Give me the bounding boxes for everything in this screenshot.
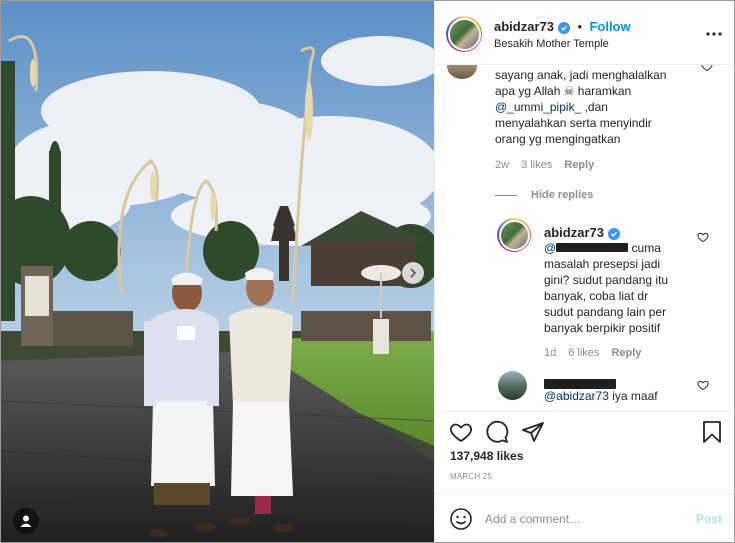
reply2-author-avatar[interactable] [498,371,527,400]
verified-badge-icon [607,228,620,240]
reply-author-username[interactable]: abidzar73 [544,225,604,240]
reply-line-1: @ cuma [544,240,714,256]
post-comment-button[interactable]: Post [696,512,722,526]
photo-scene [1,1,434,542]
comment-line-1: sayang anak, jadi menghalalkan [495,68,667,82]
author-line: abidzar73 • Follow [494,18,631,36]
comments-list: sayang anak, jadi menghalalkan apa yg Al… [435,65,734,411]
comment-line-5: orang yg mengingatkan [495,132,621,146]
comment-input[interactable] [485,509,685,529]
comment-line-3: @_ummi_pipik_ ,dan [495,99,720,115]
share-button[interactable] [521,420,545,449]
more-options-button[interactable] [706,23,722,41]
mention-link[interactable]: @_ummi_pipik_ [495,100,581,114]
reply-author-avatar-image [498,219,530,251]
author-username[interactable]: abidzar73 [494,19,554,34]
reply2-body: @abidzar73 iya maaf [544,388,658,404]
tagged-users-button[interactable] [13,508,39,534]
reply-line-3: gini? sudut pandang itu [544,273,669,287]
reply-line-2: masalah presepsi jadi [544,257,661,271]
reply-line-6: banyak berpikir positif [544,321,661,335]
location-link[interactable]: Besakih Mother Temple [494,38,609,50]
post-date[interactable]: MARCH 25 [450,472,492,481]
user-icon [20,515,32,527]
reply-time[interactable]: 1d [544,347,556,359]
author-avatar-image [447,17,481,51]
comment-line-2: apa yg Allah ☠ haramkan [495,84,632,98]
comment-likes[interactable]: 3 likes [521,159,552,171]
reply-author-avatar[interactable] [497,218,531,252]
like-reply2-heart-icon[interactable] [697,378,709,396]
hide-replies-label: Hide replies [531,189,594,201]
author-avatar[interactable] [446,16,482,52]
reply-button[interactable]: Reply [611,347,641,359]
comment-bubble-icon [486,420,509,443]
chevron-right-icon [410,268,417,278]
like-button[interactable] [449,420,473,449]
commenter-avatar[interactable] [447,65,477,79]
likes-count[interactable]: 137,948 likes [450,449,523,463]
more-horizontal-icon [706,32,722,36]
comment-body: sayang anak, jadi menghalalkan apa yg Al… [495,67,720,147]
reply2-text: iya maaf [612,389,658,403]
save-button[interactable] [701,420,723,449]
comment-button[interactable] [485,420,509,449]
instagram-post-window: abidzar73 • Follow Besakih Mother Temple… [0,0,735,543]
comment-meta: 2w 3 likes Reply [495,159,606,171]
post-actions: 137,948 likes MARCH 25 [435,411,734,493]
verified-badge-icon [557,22,570,34]
reply-line-1-text: cuma [631,241,661,255]
reply-line-4: banyak, coba liat dr [544,289,649,303]
emoji-button[interactable] [449,507,473,536]
replies-divider [495,194,517,196]
heart-icon [449,423,473,443]
post-header: abidzar73 • Follow Besakih Mother Temple [435,1,734,65]
comment-line-3-text: ,dan [584,100,608,114]
reply-likes[interactable]: 6 likes [568,347,599,359]
next-photo-button[interactable] [402,262,424,284]
comment-time[interactable]: 2w [495,159,509,171]
reply-mention-link[interactable]: @ [544,241,556,255]
hide-replies-button[interactable]: Hide replies [495,189,593,201]
comment-line-4: menyalahkan serta menyindir [495,116,652,130]
post-photo[interactable] [1,1,434,542]
bullet-separator: • [577,19,582,34]
bookmark-icon [703,421,721,443]
reply-line-5: sudut pandang lain per [544,305,667,319]
emoji-smile-icon [450,508,472,530]
reply-button[interactable]: Reply [564,159,594,171]
paper-plane-icon [522,422,544,442]
redacted-username [556,243,629,252]
reply-meta: 1d 6 likes Reply [544,347,653,359]
reply-body: @ cuma masalah presepsi jadi gini? sudut… [544,240,714,336]
add-comment-bar: Post [435,493,734,542]
follow-button[interactable]: Follow [589,19,630,34]
reply2-mention-link[interactable]: @abidzar73 [544,389,609,403]
post-details-panel: abidzar73 • Follow Besakih Mother Temple… [434,1,734,542]
